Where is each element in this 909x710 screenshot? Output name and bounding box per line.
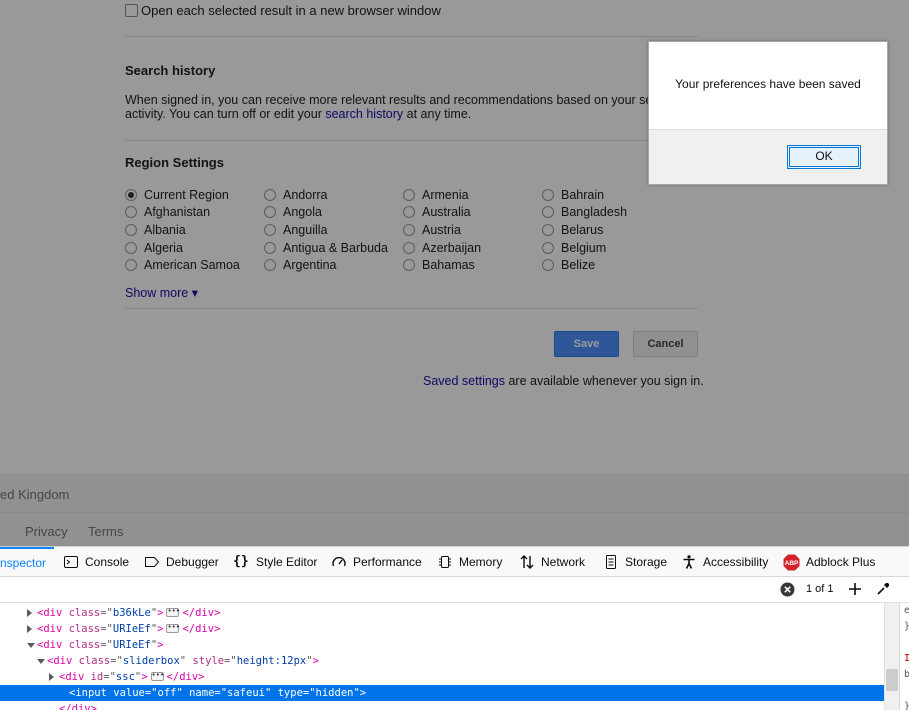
tab-console[interactable]: Console (63, 547, 129, 577)
tab-label: Network (541, 555, 586, 569)
rule-fragment: e (904, 605, 909, 616)
rule-fragment: b (904, 669, 909, 680)
search-result-count: 1 of 1 (806, 583, 834, 595)
scrollbar-thumb[interactable] (886, 669, 898, 691)
collapse-twisty-icon[interactable] (49, 673, 54, 681)
dialog-message: Your preferences have been saved (675, 77, 861, 91)
tab-network[interactable]: Network (519, 547, 585, 577)
dialog-footer: OK (649, 129, 887, 184)
devtools-toolbar: nspector Console Debugger {} Style Edito… (0, 547, 909, 577)
memory-chip-icon (437, 554, 453, 570)
markup-node[interactable]: <input value="off" name="safeui" type="h… (0, 685, 884, 701)
markup-scrollbar[interactable] (884, 603, 899, 710)
rules-sidebar-edge: e} Ib} (899, 603, 909, 710)
network-arrows-icon (519, 554, 535, 570)
tab-accessibility[interactable]: Accessibility (681, 547, 768, 577)
expand-twisty-icon[interactable] (37, 659, 45, 664)
tab-adblock-plus[interactable]: ABP Adblock Plus (783, 547, 875, 577)
tab-performance[interactable]: Performance (331, 547, 422, 577)
tab-label: Style Editor (256, 555, 318, 569)
collapsed-ellipsis-icon[interactable]: ••• (150, 671, 164, 681)
ok-button[interactable]: OK (787, 145, 861, 169)
markup-node-text: </div> (59, 703, 97, 710)
markup-node-text: <input value="off" name="safeui" type="h… (69, 687, 367, 699)
markup-node[interactable]: <div class="URIeEf"> (0, 637, 884, 653)
markup-node-text: <div class="sliderbox" style="height:12p… (47, 655, 319, 667)
markup-node[interactable]: <div class="b36kLe"> ••• </div> (0, 605, 884, 621)
markup-node-text: <div class="URIeEf"> (37, 639, 164, 651)
markup-node[interactable]: <div class="sliderbox" style="height:12p… (0, 653, 884, 669)
console-icon (63, 554, 79, 570)
expand-twisty-icon[interactable] (27, 643, 35, 648)
rule-fragment: } (904, 701, 909, 710)
devtools-search-bar: 1 of 1 (0, 577, 909, 603)
add-node-icon[interactable] (848, 582, 862, 596)
clear-search-icon[interactable] (780, 582, 795, 597)
eyedropper-icon[interactable] (876, 582, 890, 596)
markup-node[interactable]: </div> (0, 701, 884, 710)
collapse-twisty-icon[interactable] (27, 625, 32, 633)
tab-label: Console (85, 555, 130, 569)
tab-label: Performance (353, 555, 422, 569)
markup-node-text: <div class="URIeEf"> ••• </div> (37, 622, 221, 635)
collapsed-ellipsis-icon[interactable]: ••• (166, 623, 180, 633)
collapse-twisty-icon[interactable] (27, 609, 32, 617)
tab-label: Adblock Plus (806, 555, 876, 569)
alert-dialog: Your preferences have been saved OK (648, 41, 888, 185)
tab-storage[interactable]: Storage (603, 547, 667, 577)
adblock-badge: ABP (785, 560, 799, 567)
markup-node-text: <div class="b36kLe"> ••• </div> (37, 606, 221, 619)
tab-label: nspector (0, 556, 47, 570)
tab-label: Memory (459, 555, 503, 569)
storage-icon (603, 554, 619, 570)
tab-inspector[interactable]: nspector (0, 547, 54, 577)
devtools-panel: nspector Console Debugger {} Style Edito… (0, 546, 909, 710)
rule-fragment: I (904, 653, 909, 664)
tab-label: Accessibility (703, 555, 769, 569)
markup-node-text: <div id="ssc"> ••• </div> (59, 670, 205, 683)
adblock-plus-icon: ABP (783, 554, 800, 571)
tab-label: Debugger (166, 555, 219, 569)
braces-icon: {} (233, 554, 249, 569)
debugger-icon (144, 554, 160, 570)
tab-memory[interactable]: Memory (437, 547, 502, 577)
rule-fragment: } (904, 621, 909, 632)
markup-tree: <div class="b36kLe"> ••• </div> <div class=… (0, 603, 884, 710)
collapsed-ellipsis-icon[interactable]: ••• (166, 607, 180, 617)
accessibility-person-icon (681, 554, 697, 570)
tab-debugger[interactable]: Debugger (144, 547, 219, 577)
markup-node[interactable]: <div class="URIeEf"> ••• </div> (0, 621, 884, 637)
tab-style-editor[interactable]: {} Style Editor (233, 547, 317, 577)
markup-node[interactable]: <div id="ssc"> ••• </div> (0, 669, 884, 685)
performance-gauge-icon (331, 554, 347, 570)
tab-label: Storage (625, 555, 668, 569)
